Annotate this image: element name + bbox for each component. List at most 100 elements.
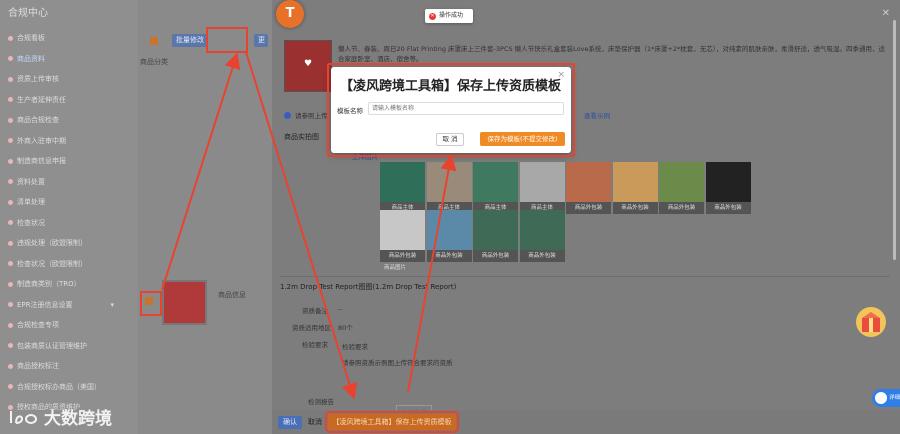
cancel-button[interactable]: 取消 [308,416,322,429]
menu-dot-icon [8,199,13,205]
gallery-image-thumb [426,162,472,202]
watermark-text: 大数跨境 [44,409,112,429]
toggle-label: 详细 [889,395,900,401]
gallery-image-thumb [519,210,565,250]
sidebar: 合规中心 合规看板 商品资料 资质上传审核 生产者延伸责任 商品合规检查 外商入驻审中期制… [0,0,138,434]
gallery-image[interactable]: 商品主体 [380,162,425,214]
sidebar-item[interactable]: 包装商质认证管理维护 [0,336,138,357]
sidebar-item[interactable]: 检查状况（欧盟限制） [0,254,138,275]
gallery-image-thumb [380,162,425,202]
sidebar-item-label: 合规看板 [17,34,45,42]
menu-dot-icon [8,261,13,267]
gallery-image-thumb [473,210,518,250]
kv-key-3: 检验要求 [302,341,328,349]
menu-dot-icon [8,281,13,287]
sidebar-item[interactable]: 检查状况 [0,213,138,234]
sidebar-item[interactable]: 违规处理（欧盟限制） [0,233,138,254]
sidebar-item-label: 商品授权标注 [17,362,59,370]
drawer-scrollbar[interactable] [893,20,896,260]
sidebar-item[interactable]: 合规授权标办商品（美国） [0,377,138,398]
toolbox-badge[interactable]: T [276,0,304,28]
gallery-image-thumb [380,210,425,250]
modal-title: 【凌风跨境工具箱】保存上传资质模板 [340,79,562,94]
detail-toggle[interactable]: 详细 [872,389,900,407]
gallery-image[interactable]: 商品外包装 [659,162,704,214]
menu-dot-icon [8,56,13,62]
sidebar-item-label: 资料处置 [17,177,45,186]
gallery-image-caption: 商品外包装 [473,250,518,262]
menu-dot-icon [8,220,13,226]
sidebar-item[interactable]: 合规看板 [0,28,138,49]
gallery-label: 商品实拍图 [284,133,319,141]
sidebar-item-label: 制造商类别（TRO） [17,280,81,288]
kv-val-2: 80个 [338,324,353,332]
gallery-image[interactable]: 商品外包装 [380,210,425,262]
more-button[interactable]: 更多 [254,34,268,47]
row-checkbox[interactable] [150,37,158,45]
menu-dot-icon [8,302,13,308]
gallery-image[interactable]: 商品外包装 [566,162,611,214]
menu-dot-icon [8,138,13,144]
gallery-image-caption: 商品外包装 [566,202,611,214]
modal-save-button[interactable]: 保存为模板(不提交修改) [480,132,565,146]
sidebar-title: 合规中心 [8,8,48,19]
gift-icon[interactable] [852,302,890,340]
menu-dot-icon [8,363,13,369]
product-thumbnail[interactable] [162,280,207,325]
sidebar-item[interactable]: EPR注册信息设置 ▾ [0,295,138,316]
radio-label: 请参照上传 [295,112,328,120]
sidebar-item-label: 检查状况（欧盟限制） [17,259,87,268]
template-name-label: 模板名称 [337,107,363,115]
menu-dot-icon [8,158,13,164]
confirm-button[interactable]: 确认 [278,416,302,429]
sidebar-item[interactable]: 外商入驻审中期 [0,131,138,152]
drawer-footer: 确认 取消 【凌风跨境工具箱】保存上传资质模板 [272,410,900,434]
gallery-image[interactable]: 商品外包装 [519,210,565,262]
category-tag: 商品分类 [140,58,168,66]
gallery-image-caption: 商品外包装 [426,250,472,262]
sidebar-item-label: 商品合规检查 [17,116,59,124]
highlight-box-row [140,291,162,316]
sidebar-item[interactable]: 清单处理 [0,192,138,213]
menu-dot-icon [8,240,13,246]
close-icon[interactable]: ✕ [882,8,890,19]
product-description: 懒人节、春装、周日20 Flat Printing 床罩床上三件套-3PCS 懒… [338,45,885,63]
gallery-image[interactable]: 商品外包装 [426,210,472,262]
qualification-radio[interactable]: 请参照上传 [284,110,328,120]
sidebar-item[interactable]: 商品资料 [0,49,138,70]
template-name-input[interactable] [368,102,564,115]
menu-dot-icon [8,97,13,103]
gallery-image[interactable]: 商品主体 [519,162,565,214]
sidebar-item[interactable]: 资质上传审核 [0,69,138,90]
menu-dot-icon [8,384,13,390]
menu-dot-icon [8,343,13,349]
sidebar-item[interactable]: 商品授权标注 [0,356,138,377]
gallery-image[interactable]: 商品外包装 [473,210,518,262]
gallery-image[interactable]: 商品主体 [473,162,518,214]
modal-cancel-button[interactable]: 取 消 [436,133,464,146]
gallery-image-thumb [659,162,704,202]
sidebar-item[interactable]: 制造商信息申报 [0,151,138,172]
sidebar-item[interactable]: 资料处置 [0,172,138,193]
gallery-image[interactable]: 商品外包装 [705,162,751,214]
kv-key-5: 检测报告 [308,398,334,406]
batch-edit-button[interactable]: 批量修改 [172,34,208,47]
error-icon: ✕ [429,12,436,20]
sidebar-item-label: 生产者延伸责任 [17,95,66,104]
detail-drawer: T ✕ ♥ 懒人节、春装、周日20 Flat Printing 床罩床上三件套-… [272,0,900,434]
gallery-image[interactable]: 商品主体 [426,162,472,214]
gallery-image-thumb [566,162,611,202]
modal-close-icon[interactable]: × [557,70,565,80]
sidebar-item[interactable]: 制造商类别（TRO） [0,274,138,295]
sidebar-item[interactable]: 合规检查专项 [0,315,138,336]
save-template-modal: 【凌风跨境工具箱】保存上传资质模板 × 模板名称 取 消 保存为模板(不提交修改… [331,67,571,153]
menu-dot-icon [8,117,13,123]
sidebar-item-label: 违规处理（欧盟限制） [17,239,87,247]
save-template-button[interactable]: 【凌风跨境工具箱】保存上传资质模板 [325,411,459,433]
sidebar-item[interactable]: 生产者延伸责任 [0,90,138,111]
sidebar-item-label: 包装商质认证管理维护 [17,341,87,350]
gallery-image[interactable]: 商品外包装 [612,162,658,214]
main-content: 批量修改 更多 商品分类 商品信息 [138,0,278,434]
view-example-link[interactable]: 查看示例 [584,110,610,120]
sidebar-item[interactable]: 商品合规检查 [0,110,138,131]
